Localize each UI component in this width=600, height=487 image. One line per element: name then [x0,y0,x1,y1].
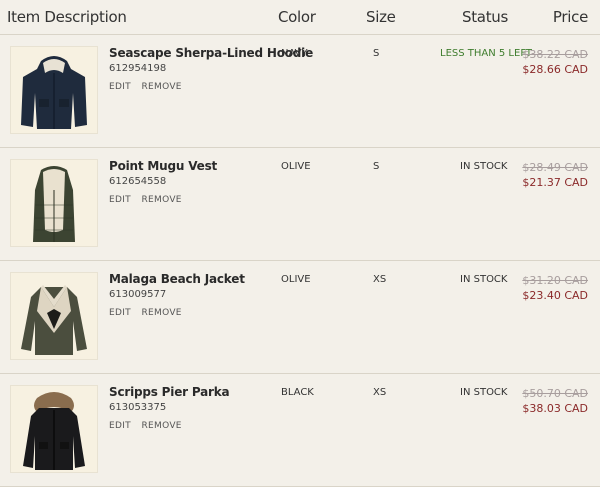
edit-button[interactable]: EDIT [109,82,131,92]
item-color: NAVY [281,48,308,59]
item-size: XS [373,274,387,285]
product-name[interactable]: Scripps Pier Parka [109,385,230,399]
cart-item-row: Point Mugu Vest 612654558 EDIT REMOVE OL… [0,148,600,261]
jacket-icon [11,273,97,359]
header-status: Status [462,8,508,26]
edit-button[interactable]: EDIT [109,195,131,205]
sale-price: $28.66 CAD [522,63,588,76]
original-price: $28.49 CAD [522,161,588,174]
remove-button[interactable]: REMOVE [141,308,181,318]
edit-button[interactable]: EDIT [109,421,131,431]
vest-icon [11,160,97,246]
header-item-description: Item Description [7,8,127,26]
remove-button[interactable]: REMOVE [141,421,181,431]
product-sku: 612654558 [109,176,167,187]
item-color: OLIVE [281,161,311,172]
remove-button[interactable]: REMOVE [141,82,181,92]
item-size: S [373,161,380,172]
item-actions: EDIT REMOVE [109,194,190,205]
sale-price: $38.03 CAD [522,402,588,415]
cart-item-row: Scripps Pier Parka 613053375 EDIT REMOVE… [0,374,600,487]
product-sku: 613009577 [109,289,167,300]
hoodie-icon [11,47,97,133]
product-thumbnail[interactable] [10,46,98,134]
product-thumbnail[interactable] [10,272,98,360]
original-price: $38.22 CAD [522,48,588,61]
header-size: Size [366,8,396,26]
status-badge: IN STOCK [460,274,508,285]
item-size: S [373,48,380,59]
item-actions: EDIT REMOVE [109,307,190,318]
original-price: $31.20 CAD [522,274,588,287]
header-color: Color [278,8,316,26]
product-name[interactable]: Malaga Beach Jacket [109,272,245,286]
item-color: OLIVE [281,274,311,285]
product-sku: 612954198 [109,63,167,74]
item-actions: EDIT REMOVE [109,81,190,92]
item-size: XS [373,387,387,398]
header-price: Price [552,8,588,26]
status-badge: LESS THAN 5 LEFT [440,48,533,59]
edit-button[interactable]: EDIT [109,308,131,318]
item-actions: EDIT REMOVE [109,420,190,431]
cart-item-row: Seascape Sherpa-Lined Hoodie 612954198 E… [0,35,600,148]
status-badge: IN STOCK [460,387,508,398]
item-color: BLACK [281,387,314,398]
status-badge: IN STOCK [460,161,508,172]
cart-item-row: Malaga Beach Jacket 613009577 EDIT REMOV… [0,261,600,374]
sale-price: $23.40 CAD [522,289,588,302]
original-price: $50.70 CAD [522,387,588,400]
remove-button[interactable]: REMOVE [141,195,181,205]
product-sku: 613053375 [109,402,167,413]
sale-price: $21.37 CAD [522,176,588,189]
product-thumbnail[interactable] [10,159,98,247]
product-thumbnail[interactable] [10,385,98,473]
parka-icon [11,386,97,472]
cart-table-header: Item Description Color Size Status Price [0,0,600,35]
product-name[interactable]: Point Mugu Vest [109,159,217,173]
